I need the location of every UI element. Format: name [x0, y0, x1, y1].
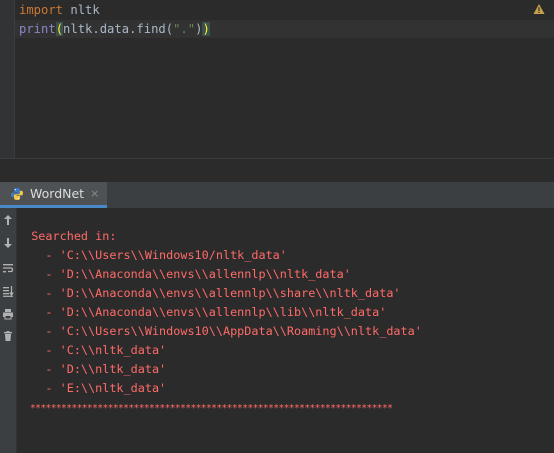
module-name: nltk	[63, 3, 100, 17]
asterisk-separator: ****************************************…	[30, 403, 393, 414]
down-arrow-icon[interactable]	[1, 236, 15, 250]
console-output[interactable]: Searched in: - 'C:\\Users\\Windows10/nlt…	[17, 208, 554, 453]
call-expression: nltk.data.find(	[63, 22, 174, 36]
search-path-line: - 'D:\\Anaconda\\envs\\allennlp\\share\\…	[17, 286, 401, 300]
run-side-toolbar	[0, 208, 17, 453]
editor-gutter	[0, 0, 15, 158]
up-arrow-icon[interactable]	[1, 213, 15, 227]
tab-wordnet[interactable]: WordNet ×	[0, 182, 108, 208]
search-path-line: - 'D:\\Anaconda\\envs\\allennlp\\nltk_da…	[17, 267, 351, 281]
code-editor[interactable]: import nltk print(nltk.data.find("."))	[0, 0, 554, 167]
trash-icon[interactable]	[1, 329, 15, 343]
keyword-import: import	[19, 3, 64, 17]
search-path-line: - 'D:\\nltk_data'	[17, 362, 167, 376]
python-icon	[11, 187, 23, 200]
string-literal: "."	[173, 22, 196, 36]
print-icon[interactable]	[1, 307, 15, 321]
close-paren-highlight: )	[202, 22, 210, 36]
search-path-line: - 'E:\\nltk_data'	[17, 381, 167, 395]
tab-label: WordNet	[30, 186, 85, 201]
searched-in-label: Searched in:	[17, 229, 117, 243]
code-line-2[interactable]: print(nltk.data.find("."))	[19, 20, 210, 38]
close-icon[interactable]: ×	[90, 187, 99, 200]
soft-wrap-icon[interactable]	[1, 261, 15, 275]
search-path-line: - 'D:\\Anaconda\\envs\\allennlp\\lib\\nl…	[17, 305, 387, 319]
warning-triangle-icon[interactable]	[533, 3, 545, 15]
scroll-to-end-icon[interactable]	[1, 284, 15, 298]
open-paren-highlight: (	[55, 22, 64, 36]
search-path-line: - 'C:\\nltk_data'	[17, 343, 167, 357]
builtin-print: print	[19, 22, 56, 36]
search-path-line: - 'C:\\Users\\Windows10\\AppData\\Roamin…	[17, 324, 422, 338]
search-path-line: - 'C:\\Users\\Windows10/nltk_data'	[17, 248, 287, 262]
code-line-1[interactable]: import nltk	[19, 1, 100, 19]
run-tab-strip: WordNet ×	[0, 182, 554, 209]
panel-splitter[interactable]	[0, 166, 554, 182]
